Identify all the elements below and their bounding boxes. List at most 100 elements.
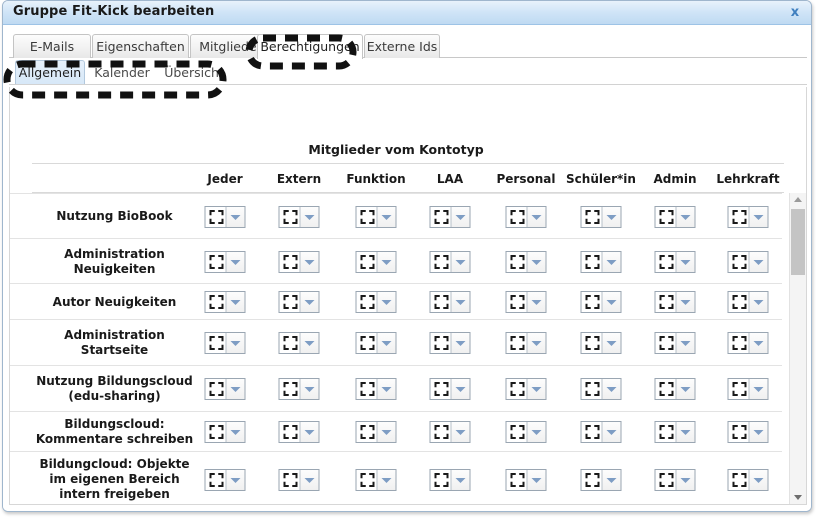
chevron-down-icon[interactable]: [601, 470, 621, 490]
dashed-checkbox-icon[interactable]: [732, 255, 747, 269]
close-icon[interactable]: x: [787, 5, 803, 21]
dashed-checkbox-icon[interactable]: [585, 210, 600, 224]
dashed-checkbox-icon[interactable]: [283, 473, 298, 487]
chevron-down-icon[interactable]: [376, 379, 396, 399]
dashed-checkbox-icon[interactable]: [209, 336, 224, 350]
dashed-checkbox-icon[interactable]: [659, 473, 674, 487]
permission-select-r4-c5[interactable]: [580, 378, 622, 400]
chevron-down-icon[interactable]: [675, 470, 695, 490]
chevron-down-icon[interactable]: [376, 422, 396, 442]
chevron-down-icon[interactable]: [675, 379, 695, 399]
scroll-up-arrow-icon[interactable]: [790, 193, 806, 207]
chevron-down-icon[interactable]: [299, 470, 319, 490]
permission-select-r4-c3[interactable]: [429, 378, 471, 400]
permission-select-r1-c3[interactable]: [429, 251, 471, 273]
permission-select-r2-c0[interactable]: [204, 291, 246, 313]
permission-select-r0-c5[interactable]: [580, 206, 622, 228]
dashed-checkbox-icon[interactable]: [732, 473, 747, 487]
permission-select-r4-c6[interactable]: [654, 378, 696, 400]
chevron-down-icon[interactable]: [748, 252, 768, 272]
dashed-checkbox-icon[interactable]: [360, 336, 375, 350]
permission-select-r3-c4[interactable]: [505, 332, 547, 354]
dashed-checkbox-icon[interactable]: [659, 336, 674, 350]
permission-select-r4-c2[interactable]: [355, 378, 397, 400]
permission-select-r3-c6[interactable]: [654, 332, 696, 354]
dashed-checkbox-icon[interactable]: [283, 210, 298, 224]
subtab-allgemein[interactable]: Allgemein: [15, 60, 85, 84]
chevron-down-icon[interactable]: [299, 422, 319, 442]
permission-select-r0-c1[interactable]: [278, 206, 320, 228]
dashed-checkbox-icon[interactable]: [585, 473, 600, 487]
permission-select-r1-c2[interactable]: [355, 251, 397, 273]
chevron-down-icon[interactable]: [675, 422, 695, 442]
dashed-checkbox-icon[interactable]: [360, 210, 375, 224]
chevron-down-icon[interactable]: [299, 379, 319, 399]
chevron-down-icon[interactable]: [450, 422, 470, 442]
chevron-down-icon[interactable]: [225, 379, 245, 399]
dashed-checkbox-icon[interactable]: [510, 382, 525, 396]
chevron-down-icon[interactable]: [450, 470, 470, 490]
permission-select-r5-c5[interactable]: [580, 421, 622, 443]
chevron-down-icon[interactable]: [601, 252, 621, 272]
permission-select-r3-c7[interactable]: [727, 332, 769, 354]
dashed-checkbox-icon[interactable]: [732, 210, 747, 224]
permission-select-r6-c3[interactable]: [429, 469, 471, 491]
dashed-checkbox-icon[interactable]: [434, 382, 449, 396]
permission-select-r0-c0[interactable]: [204, 206, 246, 228]
dashed-checkbox-icon[interactable]: [209, 210, 224, 224]
dashed-checkbox-icon[interactable]: [283, 382, 298, 396]
dashed-checkbox-icon[interactable]: [510, 425, 525, 439]
chevron-down-icon[interactable]: [376, 292, 396, 312]
dashed-checkbox-icon[interactable]: [732, 425, 747, 439]
chevron-down-icon[interactable]: [376, 333, 396, 353]
permission-select-r5-c2[interactable]: [355, 421, 397, 443]
permission-select-r5-c3[interactable]: [429, 421, 471, 443]
dashed-checkbox-icon[interactable]: [659, 210, 674, 224]
permission-select-r1-c5[interactable]: [580, 251, 622, 273]
chevron-down-icon[interactable]: [601, 292, 621, 312]
permission-select-r4-c0[interactable]: [204, 378, 246, 400]
permission-select-r3-c3[interactable]: [429, 332, 471, 354]
permission-select-r2-c4[interactable]: [505, 291, 547, 313]
chevron-down-icon[interactable]: [601, 333, 621, 353]
permission-select-r5-c1[interactable]: [278, 421, 320, 443]
dashed-checkbox-icon[interactable]: [209, 255, 224, 269]
dashed-checkbox-icon[interactable]: [659, 255, 674, 269]
dashed-checkbox-icon[interactable]: [209, 425, 224, 439]
chevron-down-icon[interactable]: [376, 207, 396, 227]
dashed-checkbox-icon[interactable]: [585, 382, 600, 396]
permission-select-r4-c1[interactable]: [278, 378, 320, 400]
permission-select-r3-c5[interactable]: [580, 332, 622, 354]
chevron-down-icon[interactable]: [450, 252, 470, 272]
permission-select-r6-c4[interactable]: [505, 469, 547, 491]
chevron-down-icon[interactable]: [526, 292, 546, 312]
dashed-checkbox-icon[interactable]: [434, 473, 449, 487]
permission-select-r1-c4[interactable]: [505, 251, 547, 273]
permission-select-r6-c6[interactable]: [654, 469, 696, 491]
permission-select-r1-c6[interactable]: [654, 251, 696, 273]
tab-e-mails[interactable]: E-Mails: [13, 34, 91, 58]
scrollbar-thumb[interactable]: [791, 209, 805, 275]
dashed-checkbox-icon[interactable]: [585, 255, 600, 269]
dashed-checkbox-icon[interactable]: [510, 210, 525, 224]
permission-select-r2-c6[interactable]: [654, 291, 696, 313]
dashed-checkbox-icon[interactable]: [283, 255, 298, 269]
chevron-down-icon[interactable]: [748, 292, 768, 312]
chevron-down-icon[interactable]: [526, 207, 546, 227]
chevron-down-icon[interactable]: [450, 207, 470, 227]
dashed-checkbox-icon[interactable]: [732, 336, 747, 350]
chevron-down-icon[interactable]: [450, 333, 470, 353]
chevron-down-icon[interactable]: [299, 252, 319, 272]
permission-select-r4-c7[interactable]: [727, 378, 769, 400]
chevron-down-icon[interactable]: [675, 333, 695, 353]
tab-eigenschaften[interactable]: Eigenschaften: [92, 34, 189, 58]
permission-select-r6-c1[interactable]: [278, 469, 320, 491]
scroll-down-arrow-icon[interactable]: [790, 490, 806, 504]
permission-select-r6-c0[interactable]: [204, 469, 246, 491]
chevron-down-icon[interactable]: [376, 470, 396, 490]
permission-select-r2-c1[interactable]: [278, 291, 320, 313]
permission-select-r5-c6[interactable]: [654, 421, 696, 443]
subtab-kalender[interactable]: Kalender: [89, 60, 155, 84]
chevron-down-icon[interactable]: [225, 292, 245, 312]
chevron-down-icon[interactable]: [526, 470, 546, 490]
